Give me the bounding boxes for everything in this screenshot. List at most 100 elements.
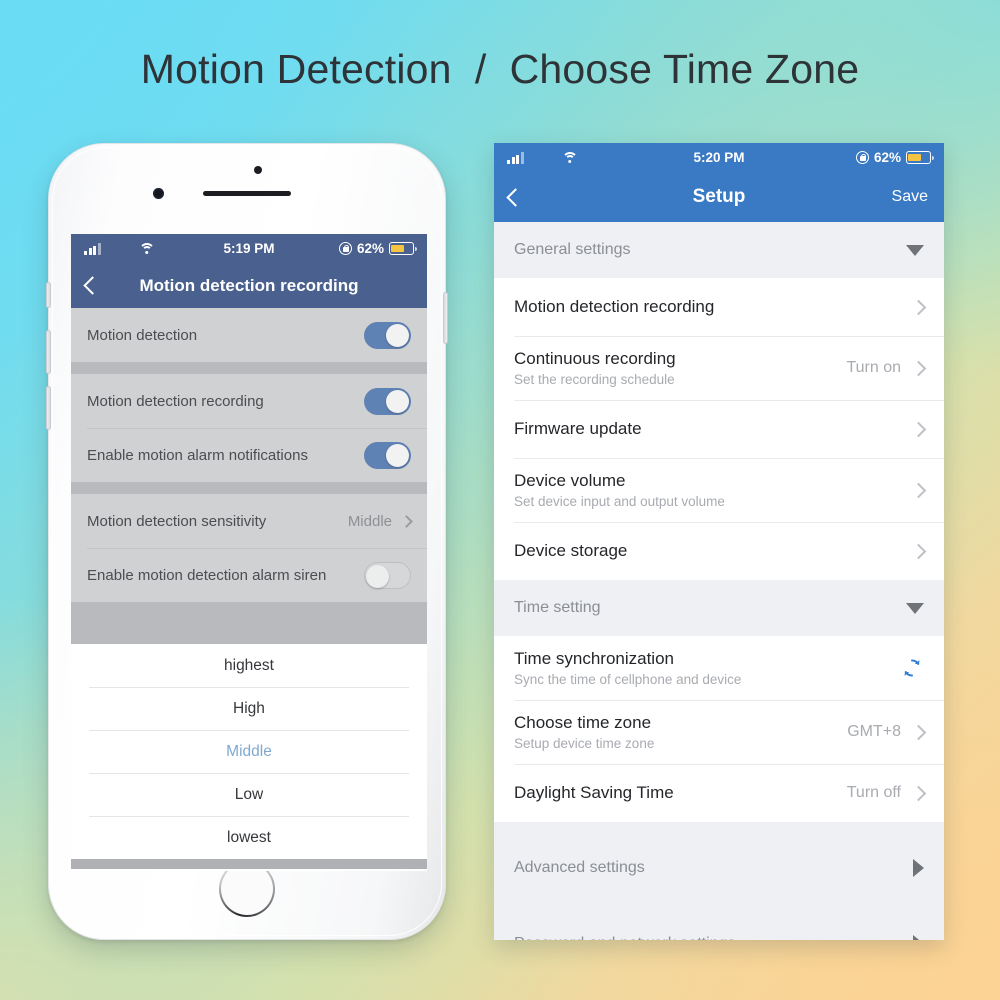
general-settings-list: Motion detection recording Continuous re… — [494, 278, 944, 580]
chevron-right-icon — [910, 724, 927, 740]
left-nav-title: Motion detection recording — [139, 275, 359, 295]
left-settings-list: Motion detection Motion detection record… — [71, 308, 427, 644]
row-texts: Choose time zone Setup device time zone — [514, 713, 654, 751]
row-device-storage[interactable]: Device storage — [494, 522, 944, 580]
row-title: Device volume — [514, 471, 626, 490]
row-texts: Device storage — [514, 541, 627, 561]
chevron-right-icon — [910, 299, 927, 315]
row-motion-detection-recording[interactable]: Motion detection recording — [494, 278, 944, 336]
caret-right-icon — [913, 935, 924, 940]
row-subtitle: Sync the time of cellphone and device — [514, 672, 742, 687]
motion-detection-toggle[interactable] — [364, 321, 411, 349]
silent-switch[interactable] — [46, 282, 51, 308]
sensitivity-action-sheet: highest High Middle Low lowest Cancel — [71, 644, 427, 871]
earpiece-speaker — [203, 191, 291, 196]
collapsed-sections: Advanced settings Password and network s… — [494, 822, 944, 940]
list-filler — [71, 602, 427, 644]
sync-icon[interactable] — [900, 656, 924, 680]
row-title: Firmware update — [514, 419, 642, 438]
row-motion-alarm-siren[interactable]: Enable motion detection alarm siren — [71, 548, 427, 602]
row-value: Middle — [347, 512, 392, 530]
sheet-option-high[interactable]: High — [71, 687, 427, 730]
status-time: 5:20 PM — [693, 150, 745, 165]
row-value: Turn off — [846, 784, 901, 801]
volume-down-button[interactable] — [46, 386, 51, 430]
row-title: Continuous recording — [514, 349, 676, 368]
chevron-right-icon — [910, 421, 927, 437]
status-time: 5:19 PM — [223, 241, 275, 256]
chevron-right-icon — [910, 785, 927, 801]
row-title: Motion detection recording — [514, 297, 715, 316]
right-status-bar: 5:20 PM 62% — [494, 143, 944, 172]
row-subtitle: Set the recording schedule — [514, 372, 675, 387]
left-phone-screen: 5:19 PM 62% Motion detection recording M… — [71, 234, 427, 871]
section-header-general-settings[interactable]: General settings — [494, 222, 944, 278]
row-texts: Continuous recording Set the recording s… — [514, 349, 676, 387]
right-phone-screen: 5:20 PM 62% Setup Save General settings … — [494, 143, 944, 940]
chevron-right-icon — [400, 514, 413, 528]
row-device-volume[interactable]: Device volume Set device input and outpu… — [494, 458, 944, 522]
caret-down-icon — [906, 244, 924, 256]
chevron-right-icon — [910, 360, 927, 376]
section-header-time-setting[interactable]: Time setting — [494, 580, 944, 636]
page-title: Motion Detection / Choose Time Zone — [140, 46, 860, 92]
row-continuous-recording[interactable]: Continuous recording Set the recording s… — [494, 336, 944, 400]
sheet-option-middle[interactable]: Middle — [71, 730, 427, 773]
volume-up-button[interactable] — [46, 330, 51, 374]
motion-alarm-siren-toggle[interactable] — [364, 561, 411, 589]
sheet-option-highest[interactable]: highest — [71, 644, 427, 687]
row-texts: Device volume Set device input and outpu… — [514, 471, 725, 509]
row-subtitle: Setup device time zone — [514, 736, 655, 751]
row-motion-detection-recording[interactable]: Motion detection recording — [71, 374, 427, 428]
front-camera-icon — [153, 188, 164, 199]
row-value: GMT+8 — [847, 723, 901, 740]
row-time-synchronization[interactable]: Time synchronization Sync the time of ce… — [494, 636, 944, 700]
row-texts: Firmware update — [514, 419, 642, 439]
section-gap — [494, 822, 944, 838]
chevron-right-icon — [910, 482, 927, 498]
row-title: Time synchronization — [514, 649, 674, 668]
section-gap — [494, 898, 944, 914]
section-title: Time setting — [514, 599, 601, 616]
row-texts: Motion detection recording — [514, 297, 714, 317]
row-value: Turn on — [846, 359, 901, 376]
row-title: Choose time zone — [514, 713, 652, 732]
row-firmware-update[interactable]: Firmware update — [494, 400, 944, 458]
list-gap — [71, 362, 427, 374]
motion-alarm-notifications-toggle[interactable] — [364, 441, 411, 469]
row-motion-detection[interactable]: Motion detection — [71, 308, 427, 362]
rotation-lock-icon — [855, 151, 869, 164]
row-texts: Daylight Saving Time — [514, 783, 674, 803]
row-choose-time-zone[interactable]: Choose time zone Setup device time zone … — [494, 700, 944, 764]
caret-right-icon — [913, 859, 924, 877]
caret-down-icon — [906, 602, 924, 614]
right-nav-title: Setup — [692, 186, 746, 207]
section-header-advanced-settings[interactable]: Advanced settings — [494, 838, 944, 898]
save-button[interactable]: Save — [892, 188, 928, 206]
sheet-separator — [71, 859, 427, 869]
row-texts: Time synchronization Sync the time of ce… — [514, 649, 741, 687]
row-label: Enable motion alarm notifications — [87, 446, 308, 464]
section-title: Password and network settings — [514, 935, 735, 940]
left-status-bar: 5:19 PM 62% — [71, 234, 427, 263]
row-motion-detection-sensitivity[interactable]: Motion detection sensitivity Middle — [71, 494, 427, 548]
motion-detection-recording-toggle[interactable] — [364, 387, 411, 415]
section-title: General settings — [514, 241, 631, 258]
row-label: Motion detection — [87, 326, 198, 344]
chevron-right-icon — [910, 543, 927, 559]
section-title: Advanced settings — [514, 859, 645, 876]
power-button[interactable] — [443, 292, 448, 344]
sheet-option-lowest[interactable]: lowest — [71, 816, 427, 859]
row-motion-alarm-notifications[interactable]: Enable motion alarm notifications — [71, 428, 427, 482]
battery-icon — [389, 242, 417, 255]
right-nav-bar: Setup Save — [494, 172, 944, 222]
row-label: Motion detection recording — [87, 392, 264, 410]
row-daylight-saving-time[interactable]: Daylight Saving Time Turn off — [494, 764, 944, 822]
left-phone-device: 5:19 PM 62% Motion detection recording M… — [46, 143, 448, 940]
section-header-password-network-settings[interactable]: Password and network settings — [494, 914, 944, 940]
row-title: Daylight Saving Time — [514, 783, 674, 802]
sheet-option-low[interactable]: Low — [71, 773, 427, 816]
list-gap — [71, 482, 427, 494]
proximity-sensor-icon — [254, 166, 262, 174]
sheet-cancel-button[interactable]: Cancel — [71, 869, 427, 871]
